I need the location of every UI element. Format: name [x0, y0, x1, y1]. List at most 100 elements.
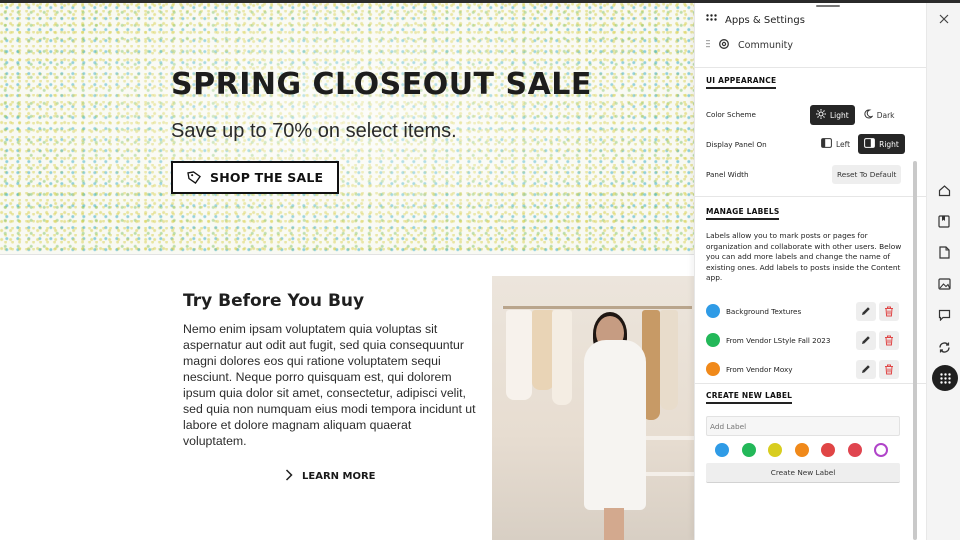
swatch-blue[interactable]	[715, 443, 729, 457]
color-scheme-label: Color Scheme	[706, 110, 756, 119]
label-color-swatches	[715, 443, 888, 457]
clothing-rail	[502, 306, 692, 309]
pencil-icon	[862, 307, 870, 315]
trash-icon	[885, 306, 893, 316]
light-scheme-button[interactable]: Light	[810, 105, 855, 125]
apps-grid-icon	[706, 14, 717, 26]
moon-icon	[863, 109, 874, 121]
left-label: Left	[836, 139, 851, 149]
display-panel-label: Display Panel On	[706, 140, 767, 149]
section-title: Try Before You Buy	[183, 291, 365, 311]
right-side-button[interactable]: Right	[858, 134, 905, 154]
label-row: From Vendor Moxy	[706, 359, 899, 379]
dark-label: Dark	[876, 110, 895, 120]
panel-divider	[695, 196, 926, 197]
swatch-orange[interactable]	[794, 443, 809, 457]
panel-drag-handle[interactable]	[816, 5, 840, 7]
add-label-input[interactable]	[706, 416, 900, 436]
reset-to-default-button[interactable]: Reset To Default	[832, 165, 902, 184]
ui-appearance-heading: UI APPEARANCE	[706, 76, 777, 89]
pencil-icon	[862, 336, 870, 344]
tag-icon	[187, 170, 202, 185]
hanging-garment	[660, 310, 678, 410]
panel-divider	[695, 383, 926, 384]
hanging-garment	[532, 310, 554, 390]
edit-label-button[interactable]	[856, 359, 876, 379]
delete-label-button[interactable]	[879, 301, 899, 321]
apps-settings-panel: Apps & Settings Community UI APPEARANCE …	[694, 3, 926, 540]
delete-label-button[interactable]	[879, 359, 899, 379]
section-divider	[0, 254, 694, 255]
comment-icon[interactable]	[937, 308, 951, 322]
shop-the-sale-label: SHOP THE SALE	[210, 170, 324, 185]
right-label: Right	[879, 139, 899, 149]
dark-scheme-button[interactable]: Dark	[856, 105, 901, 125]
label-row: Background Textures	[706, 301, 899, 321]
drag-dots-icon	[706, 39, 710, 52]
label-name: Background Textures	[726, 306, 802, 316]
edit-label-button[interactable]	[856, 330, 876, 350]
community-item[interactable]: Community	[706, 38, 793, 53]
app-root: SPRING CLOSEOUT SALE Save up to 70% on s…	[0, 0, 960, 540]
delete-label-button[interactable]	[879, 330, 899, 350]
left-side-button[interactable]: Left	[815, 134, 857, 154]
hero-subtitle: Save up to 70% on select items.	[171, 120, 457, 142]
apps-settings-toggle[interactable]	[932, 365, 958, 391]
panel-scrollbar[interactable]	[913, 161, 917, 540]
panel-side-toggle: Left Right	[815, 134, 905, 154]
hero-title: SPRING CLOSEOUT SALE	[171, 67, 592, 102]
hero-section: SPRING CLOSEOUT SALE Save up to 70% on s…	[0, 3, 694, 255]
learn-more-label: LEARN MORE	[302, 471, 376, 482]
image-icon[interactable]	[937, 277, 951, 291]
panel-header: Apps & Settings	[706, 14, 805, 26]
hanging-garment	[552, 310, 572, 405]
shop-the-sale-button[interactable]: SHOP THE SALE	[171, 161, 340, 194]
manage-labels-description: Labels allow you to mark posts or pages …	[706, 231, 902, 283]
panel-right-icon	[864, 138, 876, 150]
sun-icon	[816, 109, 826, 121]
chevron-right-icon	[285, 469, 293, 484]
light-label: Light	[830, 110, 849, 120]
learn-more-link[interactable]: LEARN MORE	[285, 469, 375, 484]
swatch-yellow[interactable]	[768, 443, 782, 457]
panel-title: Apps & Settings	[725, 14, 805, 26]
trash-icon	[885, 335, 893, 345]
close-icon[interactable]	[937, 12, 951, 26]
trash-icon	[885, 364, 893, 374]
panel-divider	[695, 67, 926, 68]
try-before-you-buy-section: Try Before You Buy Nemo enim ipsam volup…	[183, 291, 478, 449]
create-new-label-button[interactable]: Create New Label	[706, 463, 900, 483]
label-color-dot	[706, 333, 720, 347]
hero-content: SPRING CLOSEOUT SALE Save up to 70% on s…	[171, 67, 592, 194]
label-color-dot	[706, 304, 720, 318]
swatch-red[interactable]	[821, 443, 835, 457]
color-scheme-toggle: Light Dark	[810, 105, 901, 125]
hanging-garment	[506, 310, 532, 400]
panel-width-label: Panel Width	[706, 170, 749, 179]
create-label-heading: CREATE NEW LABEL	[706, 391, 793, 404]
section-body: Nemo enim ipsam voluptatem quia voluptas…	[183, 322, 476, 448]
file-icon[interactable]	[937, 245, 951, 259]
manage-labels-heading: MANAGE LABELS	[706, 207, 780, 220]
home-icon[interactable]	[937, 183, 951, 197]
label-row: From Vendor LStyle Fall 2023	[706, 330, 899, 350]
right-toolbar	[926, 3, 960, 540]
boutique-photo	[492, 276, 694, 540]
site-preview: SPRING CLOSEOUT SALE Save up to 70% on s…	[0, 3, 694, 540]
label-name: From Vendor Moxy	[726, 364, 793, 374]
panel-left-icon	[821, 138, 832, 150]
swatch-green[interactable]	[741, 443, 756, 457]
community-icon	[718, 38, 730, 53]
bookmark-icon[interactable]	[937, 214, 951, 228]
apps-grid-icon	[939, 372, 951, 384]
edit-label-button[interactable]	[856, 301, 876, 321]
model-dress	[584, 340, 646, 510]
label-color-dot	[706, 362, 720, 376]
swatch-purple-selected[interactable]	[874, 443, 888, 457]
community-label: Community	[738, 40, 793, 51]
model-legs	[604, 508, 624, 540]
pencil-icon	[862, 365, 870, 373]
label-name: From Vendor LStyle Fall 2023	[726, 335, 831, 345]
sync-icon[interactable]	[937, 340, 951, 354]
swatch-crimson[interactable]	[847, 443, 862, 457]
